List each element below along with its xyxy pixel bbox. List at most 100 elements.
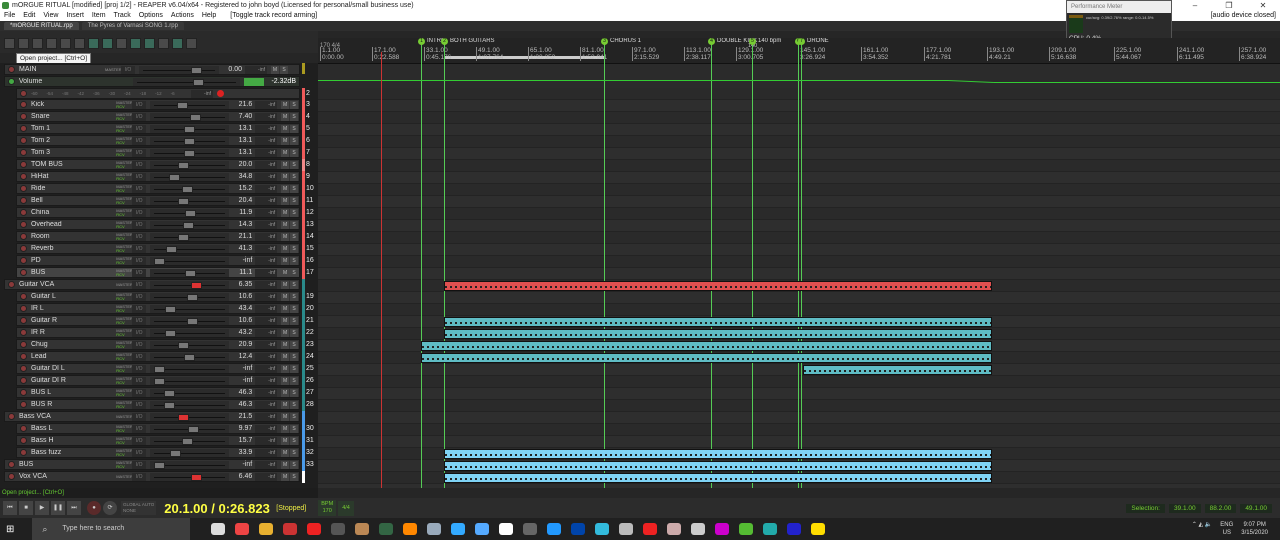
- solo-button[interactable]: S: [290, 220, 299, 229]
- flashpoint-icon[interactable]: [307, 523, 322, 535]
- solo-button[interactable]: S: [290, 244, 299, 253]
- project-marker[interactable]: 5 140 bpm: [749, 38, 781, 45]
- envelope-icon[interactable]: envelope: [158, 38, 169, 49]
- app-f-icon[interactable]: [523, 523, 538, 535]
- track-row[interactable]: Snare MASTER RCV I/O 7.40 -inf M S: [16, 111, 300, 122]
- volume-fader[interactable]: [150, 340, 230, 349]
- volume-fader[interactable]: [150, 208, 230, 217]
- fader-knob[interactable]: [182, 185, 194, 193]
- fx-icon[interactable]: [20, 341, 27, 348]
- solo-button[interactable]: S: [290, 112, 299, 121]
- go-to-start-button[interactable]: ⏮: [3, 501, 17, 515]
- mute-button[interactable]: M: [281, 292, 290, 301]
- maximize-button[interactable]: ❐: [1212, 0, 1246, 11]
- mute-button[interactable]: M: [281, 124, 290, 133]
- stop-button[interactable]: ■: [19, 501, 33, 515]
- volume-fader[interactable]: [150, 196, 230, 205]
- io-button[interactable]: I/O: [132, 100, 147, 109]
- track-lane[interactable]: [318, 256, 1280, 268]
- volume-fader[interactable]: [139, 65, 219, 74]
- solo-button[interactable]: S: [280, 65, 288, 74]
- mute-button[interactable]: M: [281, 424, 290, 433]
- fx-icon[interactable]: [20, 257, 27, 264]
- io-button[interactable]: I/O: [132, 196, 147, 205]
- menu-help[interactable]: Help: [202, 11, 216, 21]
- io-button[interactable]: I/O: [132, 340, 147, 349]
- solo-button[interactable]: S: [290, 340, 299, 349]
- solo-button[interactable]: S: [290, 196, 299, 205]
- cut-icon[interactable]: cut: [144, 38, 155, 49]
- fader-knob[interactable]: [154, 377, 166, 385]
- app-b-icon[interactable]: [379, 523, 394, 535]
- mute-button[interactable]: M: [281, 316, 290, 325]
- fx-icon[interactable]: [20, 90, 27, 97]
- solo-button[interactable]: S: [290, 448, 299, 457]
- track-row[interactable]: Tom 3 MASTER RCV I/O 13.1 -inf M S: [16, 147, 300, 158]
- windows-start-icon[interactable]: ⊞: [6, 524, 14, 535]
- track-row[interactable]: Lead MASTER RCV I/O 12.4 -inf M S: [16, 351, 300, 362]
- track-lane[interactable]: [318, 100, 1280, 112]
- fader-knob[interactable]: [184, 137, 196, 145]
- tab-pyres-of-varnasi[interactable]: The Pyres of Varnasi SONG 1.rpp: [81, 22, 184, 30]
- io-button[interactable]: I/O: [132, 256, 147, 265]
- track-lane[interactable]: [318, 112, 1280, 124]
- volume-fader[interactable]: [150, 436, 230, 445]
- mute-button[interactable]: M: [281, 364, 290, 373]
- track-row[interactable]: Reverb MASTER RCV I/O 41.3 -inf M S: [16, 243, 300, 254]
- mute-button[interactable]: M: [281, 136, 290, 145]
- play-button[interactable]: ▶: [35, 501, 49, 515]
- solo-button[interactable]: S: [290, 256, 299, 265]
- io-button[interactable]: I/O: [132, 388, 147, 397]
- menu-insert[interactable]: Insert: [66, 11, 84, 21]
- fader-knob[interactable]: [185, 269, 197, 277]
- volume-fader[interactable]: [150, 328, 230, 337]
- track-row[interactable]: HiHat MASTER RCV I/O 34.8 -inf M S: [16, 171, 300, 182]
- tab-morgue-ritual[interactable]: *mORGUE RITUAL.rpp: [4, 22, 79, 30]
- volume-fader[interactable]: [150, 184, 230, 193]
- fx-icon[interactable]: [20, 353, 27, 360]
- fx-icon[interactable]: [20, 185, 27, 192]
- fx-icon[interactable]: [20, 293, 27, 300]
- selection-length[interactable]: 49.1.00: [1240, 504, 1272, 513]
- mute-button[interactable]: M: [281, 436, 290, 445]
- fx-icon[interactable]: [8, 473, 15, 480]
- track-lane[interactable]: [318, 196, 1280, 208]
- track-lane[interactable]: [318, 364, 1280, 376]
- fader-knob[interactable]: [178, 161, 190, 169]
- track-lane[interactable]: [318, 232, 1280, 244]
- solo-button[interactable]: S: [290, 352, 299, 361]
- fx-icon[interactable]: [20, 377, 27, 384]
- fx-icon[interactable]: [20, 425, 27, 432]
- fader-knob[interactable]: [178, 233, 190, 241]
- track-lane[interactable]: [318, 184, 1280, 196]
- edit-cursor[interactable]: [381, 52, 382, 488]
- track-lane[interactable]: [318, 412, 1280, 424]
- volume-fader[interactable]: [150, 100, 230, 109]
- waves-icon[interactable]: [475, 523, 490, 535]
- solo-button[interactable]: S: [290, 388, 299, 397]
- app-m-icon[interactable]: [739, 523, 754, 535]
- fader-knob[interactable]: [178, 341, 190, 349]
- fader-knob[interactable]: [191, 473, 203, 481]
- io-button[interactable]: I/O: [132, 436, 147, 445]
- fader-knob[interactable]: [164, 389, 176, 397]
- reaper-icon[interactable]: [331, 523, 346, 535]
- cortana-icon[interactable]: [211, 523, 226, 535]
- track-row[interactable]: BUS R MASTER RCV I/O 46.3 -inf M S: [16, 399, 300, 410]
- language-indicator[interactable]: ENG US: [1220, 521, 1233, 537]
- io-button[interactable]: I/O: [132, 316, 147, 325]
- track-lane[interactable]: [318, 172, 1280, 184]
- track-row[interactable]: BUS MASTER RCV I/O -inf -inf M S: [4, 459, 300, 470]
- marker-line[interactable]: [752, 38, 753, 488]
- fx-icon[interactable]: [20, 197, 27, 204]
- app-h-icon[interactable]: [595, 523, 610, 535]
- fx-icon[interactable]: [20, 401, 27, 408]
- track-lane[interactable]: [318, 160, 1280, 172]
- solo-button[interactable]: S: [290, 184, 299, 193]
- media-item[interactable]: [444, 473, 992, 483]
- redo-icon[interactable]: redo: [74, 38, 85, 49]
- io-button[interactable]: I/O: [132, 328, 147, 337]
- itunes-icon[interactable]: [811, 523, 826, 535]
- mute-button[interactable]: M: [281, 376, 290, 385]
- fader-knob[interactable]: [187, 317, 199, 325]
